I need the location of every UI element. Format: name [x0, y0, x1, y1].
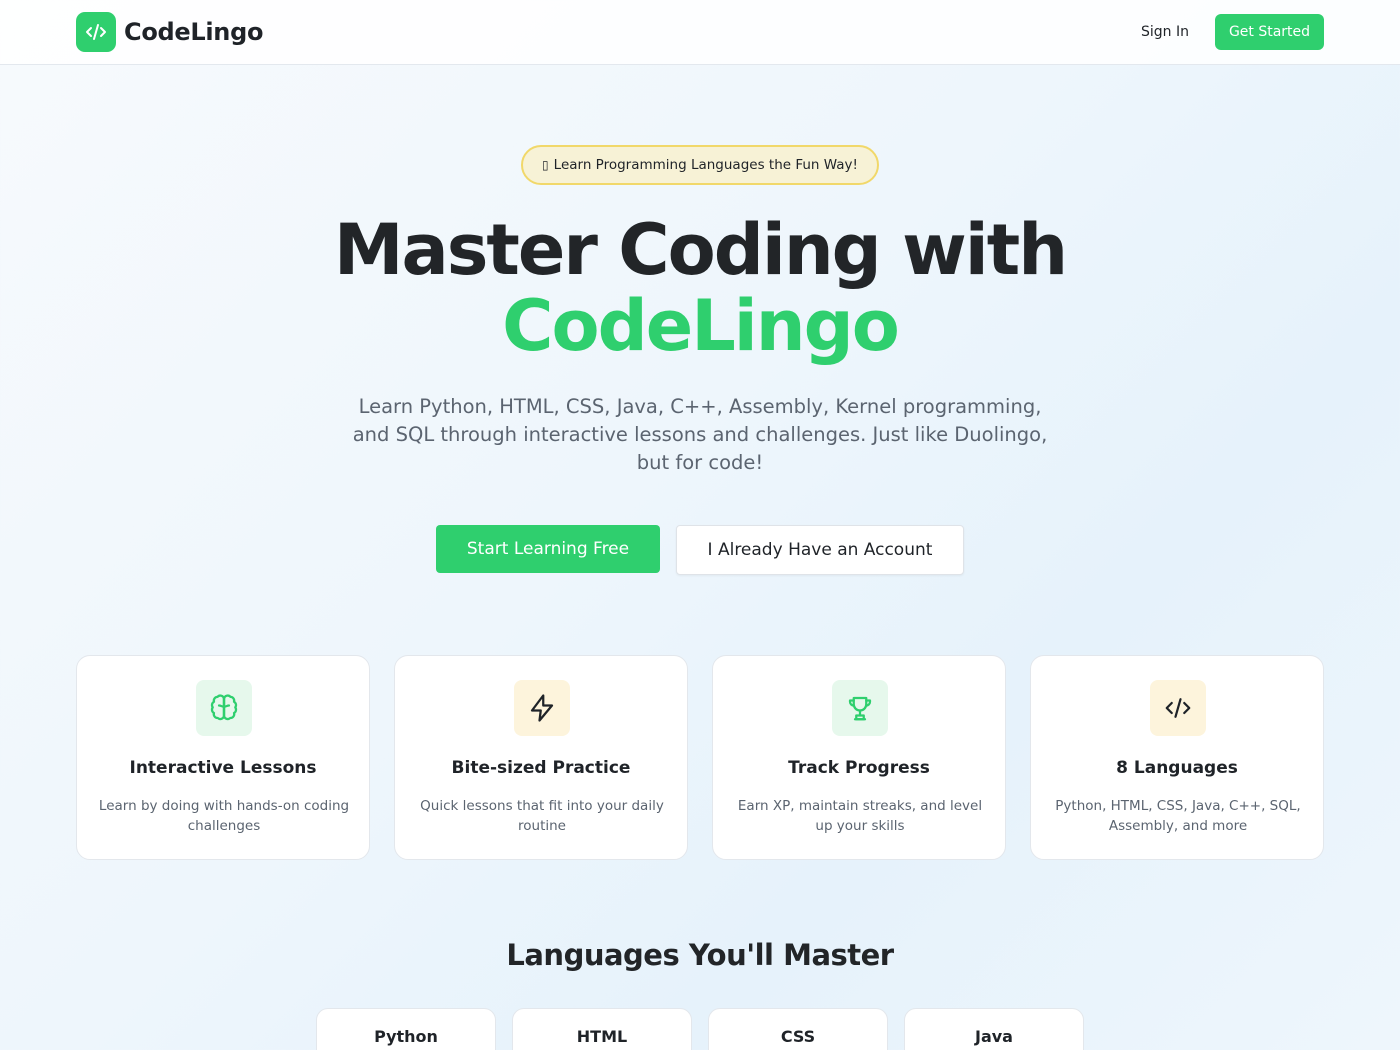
feature-title: Interactive Lessons: [129, 758, 317, 778]
feature-title: Bite-sized Practice: [451, 758, 631, 778]
feature-description: Earn XP, maintain streaks, and level up …: [737, 798, 983, 834]
languages-section-title: Languages You'll Master: [506, 938, 894, 972]
feature-title: Track Progress: [788, 758, 930, 778]
code-icon: [1150, 680, 1206, 736]
hero-subtitle: Learn Python, HTML, CSS, Java, C++, Asse…: [352, 395, 1048, 474]
get-started-button[interactable]: Get Started: [1215, 14, 1324, 50]
top-navbar: CodeLingo Sign In Get Started: [0, 0, 1400, 65]
start-learning-button[interactable]: Start Learning Free: [436, 525, 660, 573]
lightning-icon: [514, 680, 570, 736]
hero-title: Master Coding with CodeLingo: [200, 212, 1200, 364]
code-logo-icon: [76, 12, 116, 52]
badge-text: Learn Programming Languages the Fun Way!: [553, 157, 858, 173]
promo-badge: ▯ Learn Programming Languages the Fun Wa…: [521, 145, 879, 185]
feature-card: Bite-sized Practice Quick lessons that f…: [394, 655, 688, 860]
feature-description: Quick lessons that fit into your daily r…: [420, 798, 664, 834]
feature-title: 8 Languages: [1116, 758, 1238, 778]
feature-card: Track Progress Earn XP, maintain streaks…: [712, 655, 1006, 860]
language-card-html[interactable]: HTML: [512, 1008, 692, 1050]
language-card-css[interactable]: CSS: [708, 1008, 888, 1050]
sign-in-link[interactable]: Sign In: [1130, 14, 1200, 50]
languages-list: Python HTML CSS Java: [316, 1008, 1084, 1050]
language-card-python[interactable]: Python: [316, 1008, 496, 1050]
hero-title-line1: Master Coding with: [333, 209, 1068, 291]
language-card-java[interactable]: Java: [904, 1008, 1084, 1050]
feature-description: Python, HTML, CSS, Java, C++, SQL, Assem…: [1055, 798, 1301, 834]
feature-card: Interactive Lessons Learn by doing with …: [76, 655, 370, 860]
existing-account-button[interactable]: I Already Have an Account: [676, 525, 964, 575]
brand-name: CodeLingo: [124, 18, 264, 46]
trophy-icon: [832, 680, 888, 736]
brand[interactable]: CodeLingo: [76, 12, 263, 52]
brain-icon: [196, 680, 252, 736]
hero-title-brand: CodeLingo: [502, 285, 900, 367]
feature-description: Learn by doing with hands-on coding chal…: [98, 798, 350, 834]
badge-glyph-icon: ▯: [542, 158, 549, 172]
features-grid: Interactive Lessons Learn by doing with …: [76, 655, 1324, 860]
feature-card: 8 Languages Python, HTML, CSS, Java, C++…: [1030, 655, 1324, 860]
